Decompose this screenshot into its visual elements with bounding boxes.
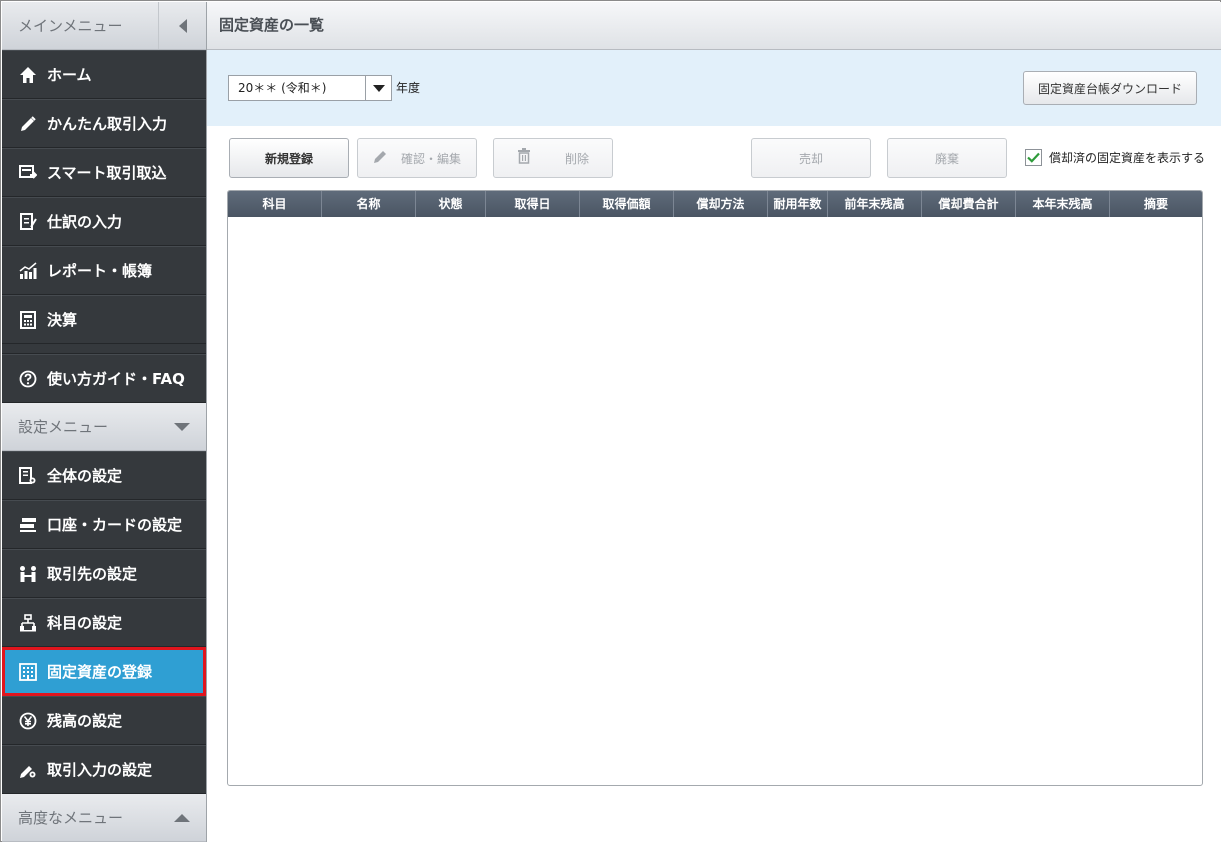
sidebar-item-label: 残高の設定 [47, 712, 123, 730]
sidebar-item-label: かんたん取引入力 [47, 115, 168, 133]
account-tree-icon [18, 613, 38, 633]
sidebar-item-partners[interactable]: 取引先の設定 [2, 549, 206, 598]
filter-bar: 20＊＊ (令和＊) 年度 固定資産台帳ダウンロード [207, 50, 1221, 126]
confirm-edit-button[interactable]: 確認・編集 [357, 138, 477, 178]
card-icon [18, 515, 38, 535]
sidebar-item-closing[interactable]: 決算 [2, 295, 206, 344]
calculator-icon [18, 310, 38, 330]
column-header-memo[interactable]: 摘要 [1110, 191, 1202, 217]
show-depreciated-toggle[interactable]: 償却済の固定資産を表示する [1025, 149, 1205, 166]
partner-icon [18, 564, 38, 584]
sidebar-item-entry-settings[interactable]: 取引入力の設定 [2, 745, 206, 794]
year-suffix-label: 年度 [396, 81, 421, 95]
show-depreciated-label: 償却済の固定資産を表示する [1049, 151, 1206, 165]
chevron-left-icon [178, 18, 187, 33]
settings-menu-label: 設定メニュー [18, 418, 109, 436]
main-panel: 固定資産の一覧 20＊＊ (令和＊) 年度 固定資産台帳ダウンロード 新規登録 … [206, 2, 1221, 842]
chevron-up-icon [174, 814, 190, 822]
show-depreciated-checkbox[interactable] [1025, 149, 1042, 166]
sidebar-item-label: 科目の設定 [47, 614, 123, 632]
column-header-status[interactable]: 状態 [416, 191, 486, 217]
sidebar-item-accounts[interactable]: 科目の設定 [2, 598, 206, 647]
column-header-depreciation-method[interactable]: 償却方法 [674, 191, 768, 217]
sidebar-item-journal[interactable]: 仕訳の入力 [2, 197, 206, 246]
page-title: 固定資産の一覧 [207, 2, 1221, 50]
column-header-acquisition-cost[interactable]: 取得価額 [580, 191, 674, 217]
fixed-assets-table: 科目 名称 状態 取得日 取得価額 償却方法 耐用年数 前年末残高 償却費合計 … [227, 190, 1203, 786]
yen-icon [18, 711, 38, 731]
new-registration-button[interactable]: 新規登録 [229, 138, 349, 178]
sidebar: メインメニュー ホーム かんたん取引入力 スマート取引取込 仕訳の入力 レポート… [2, 2, 206, 842]
sidebar-item-balance[interactable]: 残高の設定 [2, 696, 206, 745]
sidebar-item-label: 全体の設定 [47, 467, 123, 485]
journal-icon [18, 212, 38, 232]
sidebar-item-easy-entry[interactable]: かんたん取引入力 [2, 99, 206, 148]
column-header-acquired-date[interactable]: 取得日 [486, 191, 580, 217]
dispose-button[interactable]: 廃棄 [887, 138, 1007, 178]
delete-label: 削除 [564, 151, 589, 166]
collapse-sidebar-button[interactable] [158, 2, 206, 49]
pencil-icon [373, 148, 389, 168]
sidebar-item-label: 使い方ガイド・FAQ [47, 370, 185, 388]
sidebar-item-fixed-assets[interactable]: 固定資産の登録 [2, 647, 206, 696]
sidebar-item-label: 取引先の設定 [47, 565, 138, 583]
advanced-menu-label: 高度なメニュー [18, 809, 124, 827]
sidebar-item-reports[interactable]: レポート・帳簿 [2, 246, 206, 295]
column-header-account[interactable]: 科目 [228, 191, 322, 217]
import-icon [18, 163, 38, 183]
sidebar-item-label: 決算 [47, 311, 78, 329]
column-header-this-year-balance[interactable]: 本年末残高 [1016, 191, 1110, 217]
settings-doc-icon [18, 466, 38, 486]
year-select-value: 20＊＊ (令和＊) [238, 81, 327, 95]
sidebar-item-label: 口座・カードの設定 [47, 516, 183, 534]
settings-menu-header[interactable]: 設定メニュー [2, 403, 206, 451]
sell-button[interactable]: 売却 [751, 138, 871, 178]
advanced-menu-header[interactable]: 高度なメニュー [2, 794, 206, 842]
sidebar-item-label: レポート・帳簿 [47, 262, 153, 280]
sidebar-spacer [2, 344, 206, 354]
download-ledger-button[interactable]: 固定資産台帳ダウンロード [1023, 71, 1197, 105]
sidebar-item-account-card[interactable]: 口座・カードの設定 [2, 500, 206, 549]
column-header-name[interactable]: 名称 [322, 191, 416, 217]
table-header: 科目 名称 状態 取得日 取得価額 償却方法 耐用年数 前年末残高 償却費合計 … [228, 191, 1202, 217]
sidebar-item-label: ホーム [47, 66, 92, 84]
sidebar-item-label: 取引入力の設定 [47, 761, 153, 779]
sidebar-item-guide[interactable]: 使い方ガイド・FAQ [2, 354, 206, 403]
input-settings-icon [18, 760, 38, 780]
home-icon [18, 65, 38, 85]
column-header-prev-year-balance[interactable]: 前年末残高 [828, 191, 922, 217]
confirm-edit-label: 確認・編集 [400, 151, 461, 166]
sidebar-item-label: 仕訳の入力 [47, 213, 123, 231]
pencil-icon [18, 114, 38, 134]
help-icon [18, 369, 38, 389]
building-icon [18, 662, 38, 682]
report-icon [18, 261, 38, 281]
year-select[interactable]: 20＊＊ (令和＊) [228, 75, 392, 101]
trash-icon [517, 148, 531, 168]
main-menu-header[interactable]: メインメニュー [2, 2, 206, 50]
sidebar-item-label: スマート取引取込 [47, 164, 167, 182]
dropdown-arrow-icon[interactable] [365, 76, 391, 100]
sidebar-item-home[interactable]: ホーム [2, 50, 206, 99]
app-frame: メインメニュー ホーム かんたん取引入力 スマート取引取込 仕訳の入力 レポート… [0, 0, 1221, 842]
delete-button[interactable]: 削除 [493, 138, 613, 178]
sidebar-item-smart-import[interactable]: スマート取引取込 [2, 148, 206, 197]
column-header-depreciation-total[interactable]: 償却費合計 [922, 191, 1016, 217]
main-menu-label: メインメニュー [18, 17, 123, 35]
column-header-useful-life[interactable]: 耐用年数 [768, 191, 828, 217]
chevron-down-icon [174, 423, 190, 431]
sidebar-item-general-settings[interactable]: 全体の設定 [2, 451, 206, 500]
sidebar-item-label: 固定資産の登録 [47, 663, 153, 681]
